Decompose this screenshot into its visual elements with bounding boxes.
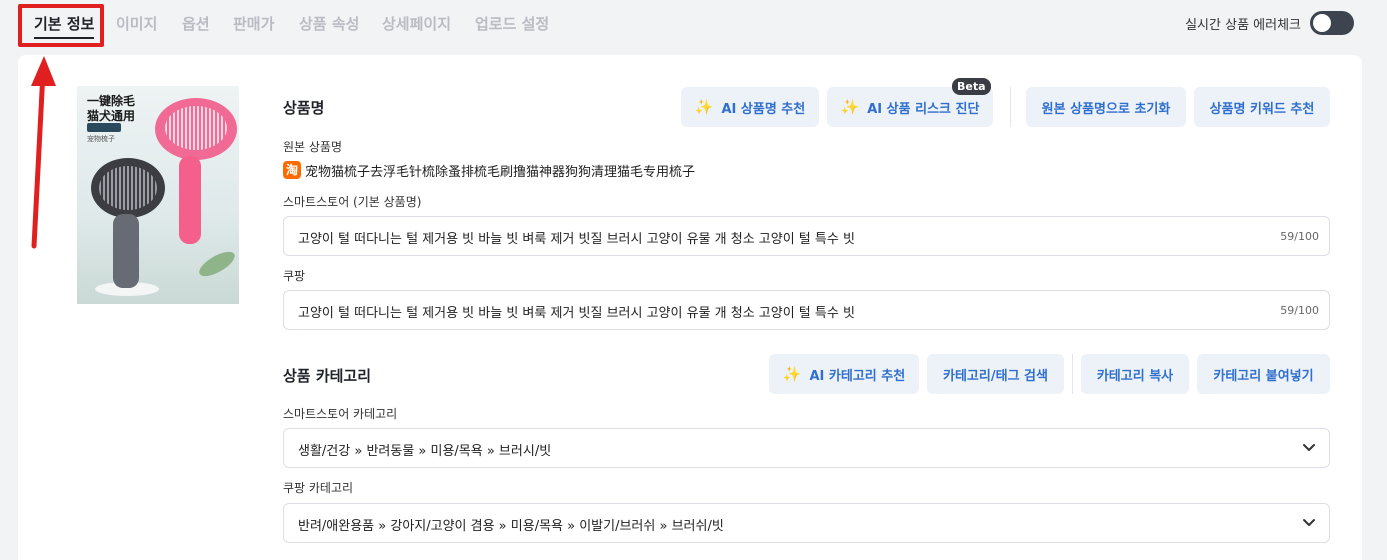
tab-attributes[interactable]: 상품 속성 — [299, 13, 359, 34]
coupang-category-select[interactable]: 반려/애완용품 » 강아지/고양이 겸용 » 미용/목욕 » 이발기/브러쉬 »… — [283, 503, 1330, 543]
pink-brush-handle — [179, 156, 201, 244]
realtime-error-check-label: 실시간 상품 에러체크 — [1185, 18, 1301, 33]
thumb-tag-pill — [87, 123, 121, 132]
original-name-row: 淘 宠物猫梳子去浮毛针梳除蚤排梳毛刷撸猫神器狗狗清理猫毛专用梳子 — [283, 161, 696, 180]
category-tag-search-button[interactable]: 카테고리/태그 검색 — [927, 354, 1064, 394]
button-divider — [1010, 87, 1011, 127]
tab-images[interactable]: 이미지 — [116, 13, 157, 34]
button-label: AI 상품 리스크 진단 — [867, 101, 980, 117]
tab-bar: 기본 정보 이미지 옵션 판매가 상품 속성 상세페이지 업로드 설정 실시간 … — [0, 0, 1387, 48]
name-keyword-recommend-button[interactable]: 상품명 키워드 추천 — [1194, 87, 1330, 127]
char-count: 59/100 — [1280, 230, 1319, 243]
input-value: 고양이 털 떠다니는 털 제거용 빗 바늘 빗 벼룩 제거 빗질 브러시 고양이… — [298, 232, 855, 247]
original-name-value: 宠物猫梳子去浮毛针梳除蚤排梳毛刷撸猫神器狗狗清理猫毛专用梳子 — [305, 164, 696, 180]
smartstore-category-label: 스마트스토어 카테고리 — [283, 407, 398, 421]
category-paste-button[interactable]: 카테고리 붙여넣기 — [1197, 354, 1330, 394]
button-divider — [1072, 354, 1073, 394]
coupang-name-input[interactable]: 고양이 털 떠다니는 털 제거용 빗 바늘 빗 벼룩 제거 빗질 브러시 고양이… — [283, 290, 1330, 330]
select-value: 반려/애완용품 » 강아지/고양이 겸용 » 미용/목욕 » 이발기/브러쉬 »… — [298, 519, 724, 534]
input-value: 고양이 털 떠다니는 털 제거용 빗 바늘 빗 벼룩 제거 빗질 브러시 고양이… — [298, 306, 855, 321]
toggle-knob — [1313, 14, 1331, 32]
sparkle-icon: ✨ — [782, 365, 802, 383]
leaf-decoration — [195, 247, 239, 281]
product-name-title: 상품명 — [283, 99, 325, 117]
annotation-highlight-box — [18, 4, 104, 47]
reset-original-name-button[interactable]: 원본 상품명으로 초기화 — [1026, 87, 1186, 127]
smartstore-category-select[interactable]: 생활/건강 » 반려동물 » 미용/목욕 » 브러시/빗 — [283, 428, 1330, 468]
beta-badge: Beta — [952, 78, 991, 95]
tab-options[interactable]: 옵션 — [182, 13, 210, 34]
product-thumbnail[interactable]: 一键除毛 猫犬通用 宠物梳子 — [77, 86, 239, 304]
chevron-down-icon — [1303, 444, 1315, 451]
realtime-error-check-toggle[interactable] — [1310, 11, 1354, 35]
tab-detail-page[interactable]: 상세페이지 — [382, 13, 451, 34]
pink-brush-bristles — [165, 106, 227, 150]
button-label: AI 상품명 추천 — [721, 101, 806, 117]
category-copy-button[interactable]: 카테고리 복사 — [1081, 354, 1189, 394]
ai-category-recommend-button[interactable]: ✨ AI 카테고리 추천 — [769, 354, 919, 394]
ai-product-name-recommend-button[interactable]: ✨ AI 상품명 추천 — [681, 87, 819, 127]
char-count: 59/100 — [1280, 304, 1319, 317]
thumb-text-line2: 猫犬通用 — [87, 109, 136, 123]
sparkle-icon: ✨ — [840, 98, 860, 116]
select-value: 생활/건강 » 반려동물 » 미용/목욕 » 브러시/빗 — [298, 444, 552, 459]
coupang-category-label: 쿠팡 카테고리 — [283, 481, 354, 495]
category-title: 상품 카테고리 — [283, 367, 372, 385]
grey-brush-bristles — [99, 166, 157, 210]
tab-price[interactable]: 판매가 — [233, 13, 274, 34]
grey-brush-handle — [113, 214, 139, 288]
tab-upload-settings[interactable]: 업로드 설정 — [475, 13, 549, 34]
original-name-label: 원본 상품명 — [283, 140, 343, 154]
button-label: AI 카테고리 추천 — [809, 368, 906, 384]
coupang-name-label: 쿠팡 — [283, 269, 306, 283]
sparkle-icon: ✨ — [694, 98, 714, 116]
thumb-text-line3: 宠物梳子 — [87, 135, 115, 143]
smartstore-name-label: 스마트스토어 (기본 상품명) — [283, 195, 422, 209]
chevron-down-icon — [1303, 519, 1315, 526]
smartstore-name-input[interactable]: 고양이 털 떠다니는 털 제거용 빗 바늘 빗 벼룩 제거 빗질 브러시 고양이… — [283, 216, 1330, 256]
taobao-icon: 淘 — [283, 161, 301, 179]
